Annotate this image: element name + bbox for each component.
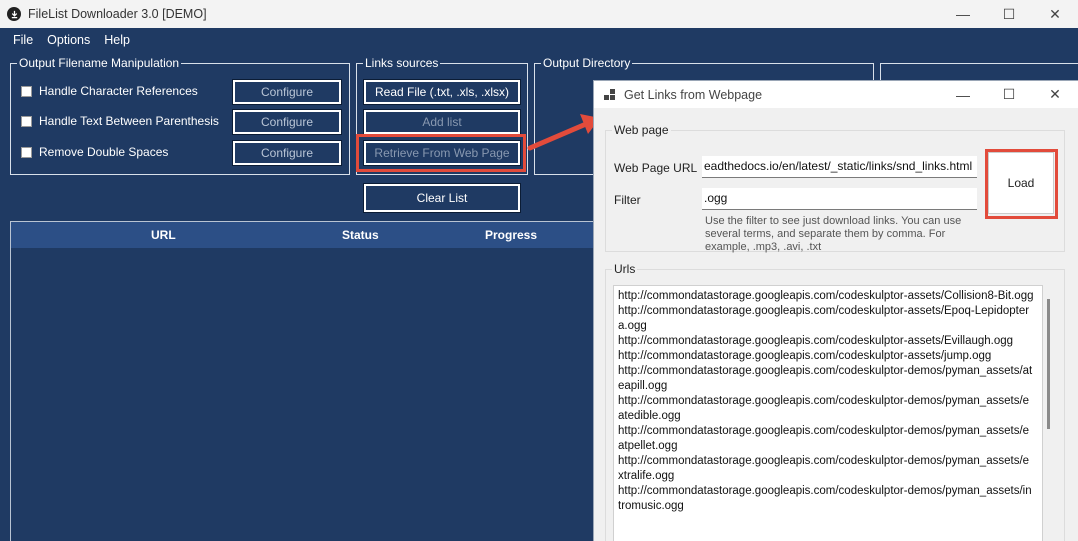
handle-text-parenthesis-label: Handle Text Between Parenthesis xyxy=(39,114,219,128)
urls-group-title: Urls xyxy=(612,262,638,276)
dialog-title: Get Links from Webpage xyxy=(624,87,763,102)
title-bar: FileList Downloader 3.0 [DEMO] — ☐ ✕ xyxy=(0,0,1078,28)
remove-double-spaces-label: Remove Double Spaces xyxy=(39,145,169,159)
close-button[interactable]: ✕ xyxy=(1032,0,1078,28)
arrow-annotation xyxy=(527,114,600,151)
configure-character-references-button[interactable]: Configure xyxy=(232,79,342,105)
handle-character-references-label: Handle Character References xyxy=(39,84,198,98)
column-status[interactable]: Status xyxy=(342,228,379,242)
clear-list-button[interactable]: Clear List xyxy=(363,183,521,213)
window-title: FileList Downloader 3.0 [DEMO] xyxy=(28,7,207,21)
column-progress[interactable]: Progress xyxy=(485,228,537,242)
column-url[interactable]: URL xyxy=(151,228,176,242)
remove-double-spaces-option[interactable]: Remove Double Spaces xyxy=(21,145,168,159)
read-file-button[interactable]: Read File (.txt, .xls, .xlsx) xyxy=(363,79,521,105)
menu-bar: File Options Help xyxy=(0,28,1078,52)
filter-hint: Use the filter to see just download link… xyxy=(705,215,962,253)
minimize-button[interactable]: — xyxy=(940,0,986,28)
download-app-icon xyxy=(7,7,21,21)
configure-parenthesis-button[interactable]: Configure xyxy=(232,109,342,135)
maximize-button[interactable]: ☐ xyxy=(986,0,1032,28)
output-filename-group-title: Output Filename Manipulation xyxy=(17,56,182,70)
downloads-table[interactable]: URL Status Progress xyxy=(10,221,594,541)
filter-input[interactable]: .ogg xyxy=(702,188,977,210)
remove-double-spaces-checkbox[interactable] xyxy=(21,146,32,158)
urls-scrollbar[interactable] xyxy=(1047,299,1050,429)
dialog-maximize-button[interactable]: ☐ xyxy=(986,81,1032,108)
dialog-app-icon xyxy=(604,88,616,101)
list-item[interactable]: http://commondatastorage.googleapis.com/… xyxy=(614,484,1034,514)
handle-text-parenthesis-checkbox[interactable] xyxy=(21,115,32,127)
retrieve-highlight-box xyxy=(356,134,526,172)
urls-list[interactable]: http://commondatastorage.googleapis.com/… xyxy=(613,285,1043,541)
dialog-title-bar: Get Links from Webpage — ☐ ✕ xyxy=(594,81,1078,108)
table-header: URL Status Progress xyxy=(11,222,593,248)
menu-help[interactable]: Help xyxy=(97,33,137,47)
url-label: Web Page URL xyxy=(614,161,698,175)
list-item[interactable]: http://commondatastorage.googleapis.com/… xyxy=(614,424,1034,454)
filter-label: Filter xyxy=(614,193,641,207)
add-list-button[interactable]: Add list xyxy=(363,109,521,135)
webpage-group-title: Web page xyxy=(612,123,671,137)
dialog-minimize-button[interactable]: — xyxy=(940,81,986,108)
url-input[interactable]: eadthedocs.io/en/latest/_static/links/sn… xyxy=(702,156,977,178)
output-directory-group-title: Output Directory xyxy=(541,56,633,70)
handle-character-references-option[interactable]: Handle Character References xyxy=(21,84,198,98)
links-sources-group-title: Links sources xyxy=(363,56,441,70)
dialog-close-button[interactable]: ✕ xyxy=(1032,81,1078,108)
handle-text-parenthesis-option[interactable]: Handle Text Between Parenthesis xyxy=(21,114,219,128)
list-item[interactable]: http://commondatastorage.googleapis.com/… xyxy=(614,349,1034,364)
list-item[interactable]: http://commondatastorage.googleapis.com/… xyxy=(614,304,1034,334)
list-item[interactable]: http://commondatastorage.googleapis.com/… xyxy=(614,364,1034,394)
list-item[interactable]: http://commondatastorage.googleapis.com/… xyxy=(614,394,1034,424)
load-highlight-box xyxy=(985,149,1058,219)
get-links-dialog: Get Links from Webpage — ☐ ✕ Web page We… xyxy=(593,80,1078,541)
handle-character-references-checkbox[interactable] xyxy=(21,85,32,97)
list-item[interactable]: http://commondatastorage.googleapis.com/… xyxy=(614,454,1034,484)
list-item[interactable]: http://commondatastorage.googleapis.com/… xyxy=(614,289,1034,304)
list-item[interactable]: http://commondatastorage.googleapis.com/… xyxy=(614,334,1034,349)
menu-options[interactable]: Options xyxy=(40,33,97,47)
configure-double-spaces-button[interactable]: Configure xyxy=(232,140,342,166)
menu-file[interactable]: File xyxy=(6,33,40,47)
